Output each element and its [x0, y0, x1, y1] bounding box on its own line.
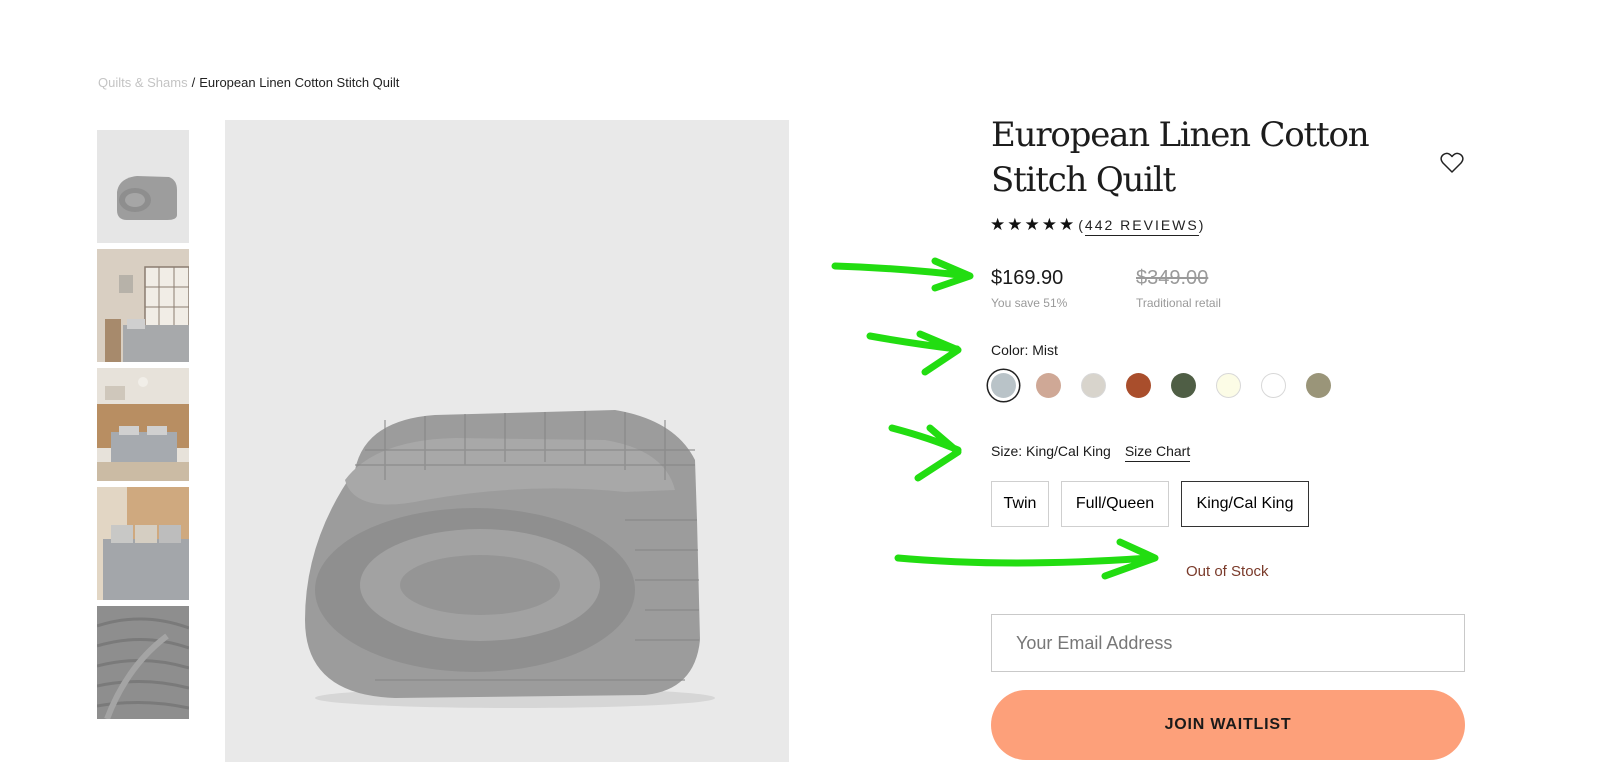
current-price: $169.90 [991, 267, 1064, 289]
reviews-link[interactable]: 442 REVIEWS [1084, 217, 1199, 236]
color-swatch-cream[interactable] [1216, 373, 1241, 398]
breadcrumb-link-quilts-shams[interactable]: Quilts & Shams [98, 75, 188, 90]
thumbnail-bedroom-wood[interactable] [97, 368, 189, 481]
size-label: Size: King/Cal King [991, 443, 1111, 459]
thumbnail-list [97, 130, 189, 725]
current-price-block: $169.90 You save 51% [991, 267, 1067, 310]
star-icon: ★ [1041, 215, 1057, 234]
size-row: Size: King/Cal King Size Chart [991, 443, 1191, 462]
thumbnail-folded-quilt[interactable] [97, 130, 189, 243]
breadcrumb-separator: / [191, 75, 196, 90]
color-swatch-olive[interactable] [1171, 373, 1196, 398]
size-chart-link[interactable]: Size Chart [1124, 443, 1191, 462]
size-option-twin[interactable]: Twin [991, 481, 1049, 527]
breadcrumb: Quilts & Shams / European Linen Cotton Sti… [98, 75, 399, 90]
star-icon: ★ [1007, 215, 1023, 234]
size-option-king-cal-king[interactable]: King/Cal King [1181, 481, 1309, 527]
color-swatch-rust[interactable] [1126, 373, 1151, 398]
color-swatch-blush[interactable] [1036, 373, 1061, 398]
breadcrumb-current: European Linen Cotton Stitch Quilt [199, 75, 400, 90]
email-field[interactable] [991, 614, 1465, 672]
size-option-full-queen[interactable]: Full/Queen [1061, 481, 1169, 527]
reviews-wrapper: (442 REVIEWS) [1078, 217, 1205, 236]
product-title: European Linen Cotton Stitch Quilt [991, 115, 1370, 200]
original-price-label: Traditional retail [1136, 296, 1221, 310]
join-waitlist-button[interactable]: JOIN WAITLIST [991, 690, 1465, 760]
thumbnail-bed-pillows[interactable] [97, 487, 189, 600]
original-price: $349.00 [1136, 267, 1209, 289]
thumbnail-bedroom-window[interactable] [97, 249, 189, 362]
size-options: Twin Full/Queen King/Cal King [991, 481, 1321, 527]
color-swatch-sage[interactable] [1306, 373, 1331, 398]
thumbnail-stitch-closeup[interactable] [97, 606, 189, 719]
annotation-arrow-size [888, 424, 962, 482]
annotation-arrow-price [831, 257, 974, 292]
color-swatch-white[interactable] [1261, 373, 1286, 398]
color-swatch-mist[interactable] [991, 373, 1016, 398]
color-swatch-sand[interactable] [1081, 373, 1106, 398]
original-price-block: $349.00 Traditional retail [1136, 267, 1221, 310]
savings-text: You save 51% [991, 296, 1068, 310]
rating: ★ ★ ★ ★ ★ (442 REVIEWS) [990, 216, 1205, 236]
star-rating: ★ ★ ★ ★ ★ [990, 216, 1074, 234]
star-icon: ★ [990, 215, 1006, 234]
main-product-image [225, 120, 789, 762]
star-icon: ★ [1059, 215, 1075, 234]
annotation-arrow-color [866, 330, 962, 376]
color-label: Color: Mist [991, 342, 1058, 358]
stock-status: Out of Stock [1186, 563, 1269, 580]
annotation-arrow-stock [894, 538, 1159, 580]
color-swatches [991, 373, 1351, 398]
star-icon: ★ [1024, 215, 1040, 234]
heart-icon[interactable] [1440, 152, 1464, 174]
